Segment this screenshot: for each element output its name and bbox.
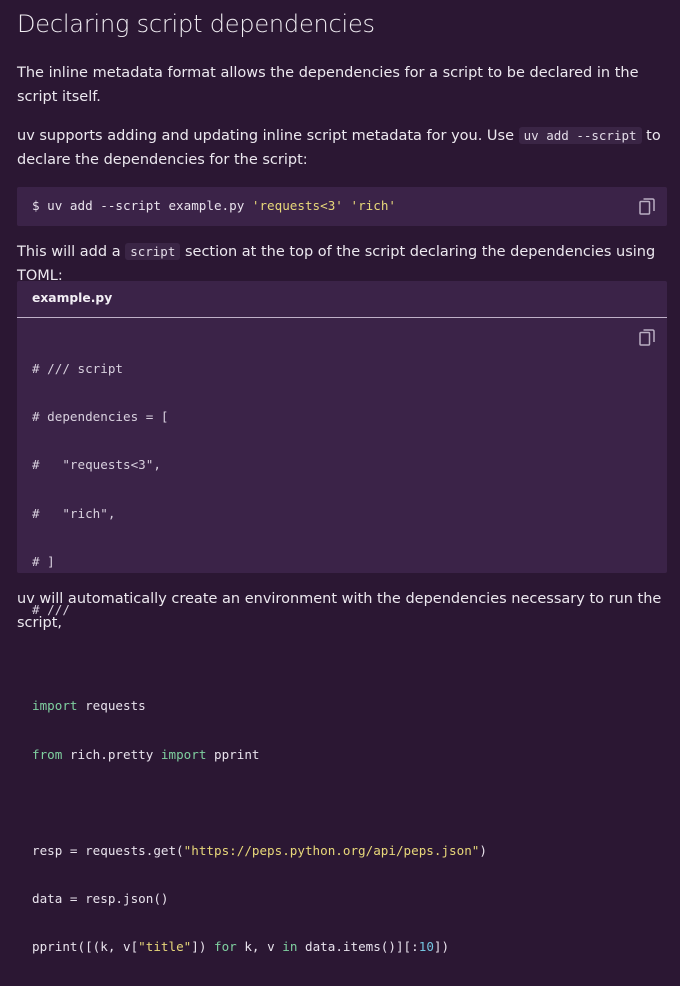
example-file-code-block: example.py # /// script # dependencies =… (17, 281, 667, 954)
code-line: import requests (32, 698, 146, 714)
command-arg-requests: 'requests<3' (251, 198, 343, 213)
code-line: # "rich", (32, 505, 116, 521)
code-line: resp = requests.get("https://peps.python… (32, 842, 487, 858)
paragraph-text: uv supports adding and updating inline s… (17, 128, 519, 144)
copy-icon[interactable] (639, 198, 655, 215)
command-code-block: $ uv add --script example.py 'requests<3… (17, 187, 667, 226)
code-line: data = resp.json() (32, 891, 169, 907)
code-line: from rich.pretty import pprint (32, 746, 260, 762)
command-line: $ uv add --script example.py 'requests<3… (32, 198, 396, 213)
command-prefix: $ uv add --script example.py (32, 198, 252, 213)
code-line: # ] (32, 553, 55, 569)
code-listing: # /// script # dependencies = [ # "reque… (32, 330, 487, 986)
code-line: # "requests<3", (32, 457, 161, 473)
code-line: pprint([(k, v["title"]) for k, v in data… (32, 939, 450, 955)
inline-code-script: script (125, 243, 181, 260)
file-name-label: example.py (32, 291, 113, 305)
uv-add-paragraph: uv supports adding and updating inline s… (17, 124, 667, 172)
environment-paragraph: uv will automatically create an environm… (17, 591, 662, 631)
section-heading: Declaring script dependencies (17, 10, 375, 38)
command-arg-rich: 'rich' (350, 198, 396, 213)
divider (17, 317, 667, 318)
inline-code-uv-add-script: uv add --script (518, 127, 642, 144)
paragraph-text: This will add a (17, 244, 126, 260)
copy-icon[interactable] (639, 329, 655, 346)
intro-paragraph: The inline metadata format allows the de… (17, 65, 639, 105)
code-line: # dependencies = [ (32, 409, 169, 425)
code-line: # /// script (32, 361, 123, 376)
docs-page: Declaring script dependencies The inline… (0, 0, 680, 954)
